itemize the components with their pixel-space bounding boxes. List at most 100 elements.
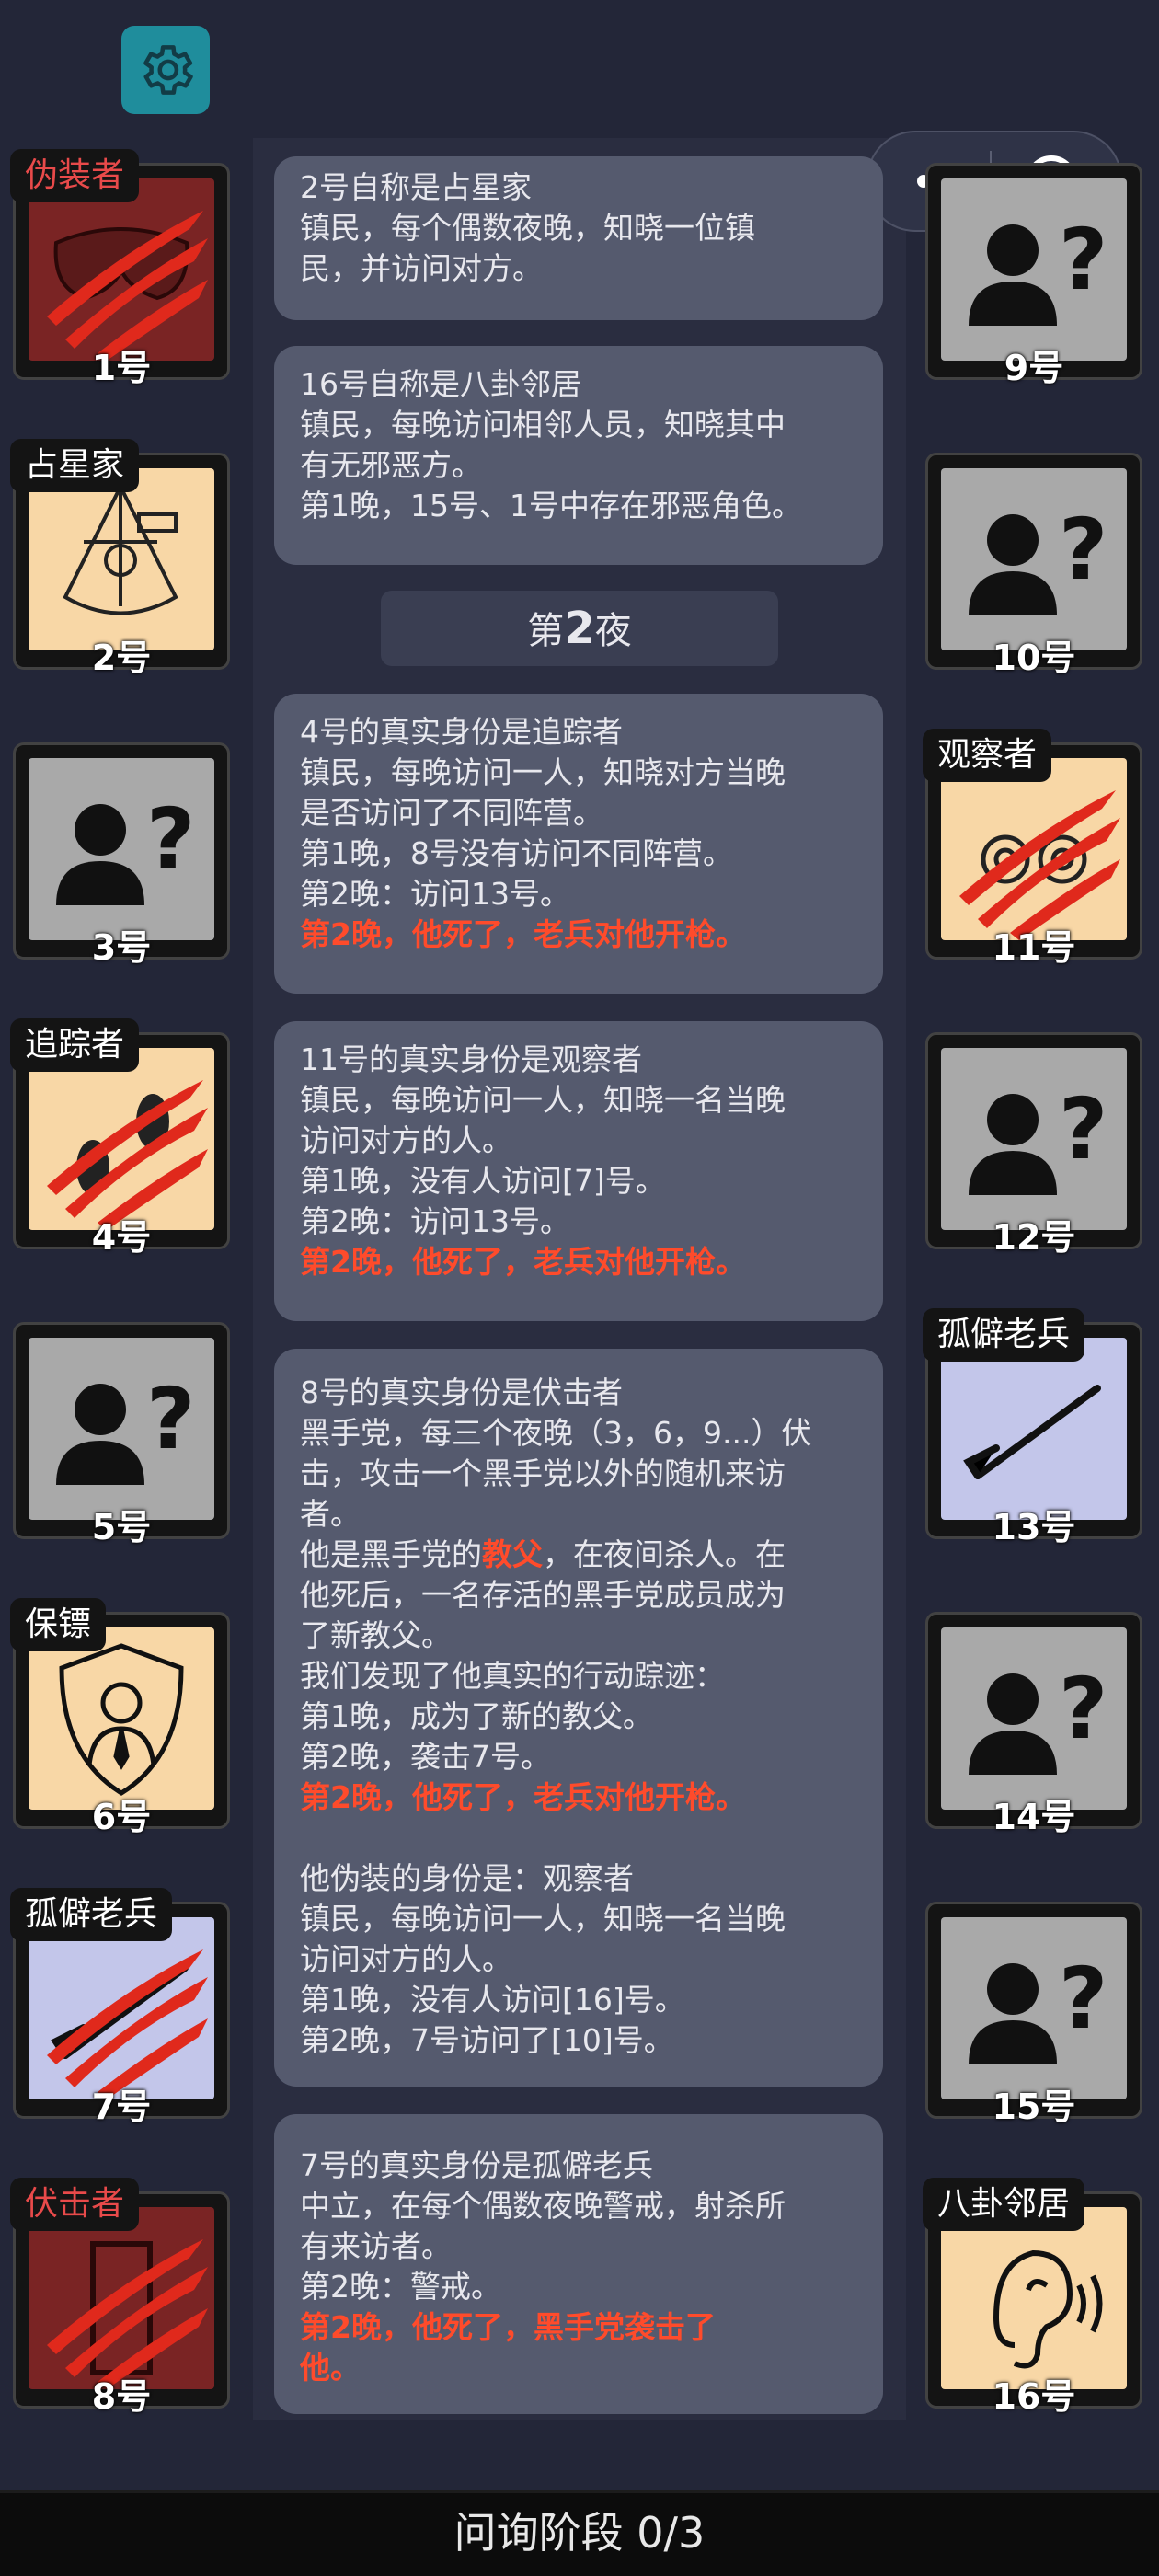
player-portrait (941, 1338, 1127, 1520)
player-number: 16号 (992, 2376, 1076, 2417)
player-card-12号[interactable]: ? 12号 (925, 1032, 1142, 1258)
player-number: 13号 (992, 1507, 1076, 1547)
log-entry-reveal-11: 11号的真实身份是观察者 镇民，每晚访问一人，知晓一名当晚 访问对方的人。 第1… (274, 1021, 883, 1321)
player-card-5号[interactable]: ? 5号 (13, 1322, 230, 1547)
player-card-2号[interactable]: 占星家 2号 (10, 439, 230, 678)
sextant-icon (63, 482, 178, 615)
log-line: 者。 (300, 1496, 361, 1532)
svg-text:?: ? (1059, 500, 1107, 599)
log-entry-reveal-8: 8号的真实身份是伏击者 黑手党，每三个夜晚（3，6，9...）伏 击，攻击一个黑… (274, 1349, 883, 2087)
death-notice: 他。 (300, 2350, 361, 2386)
slash-marks-icon (959, 790, 1120, 940)
log-line: 有无邪恶方。 (300, 447, 482, 483)
log-line: 第1晚，8号没有访问不同阵营。 (300, 835, 733, 871)
log-line: 第2晚：访问13号。 (300, 1203, 570, 1239)
player-portrait (29, 1627, 214, 1810)
player-number: 10号 (992, 638, 1076, 678)
role-tag: 追踪者 (10, 1018, 140, 1072)
player-card-14号[interactable]: ? 14号 (925, 1612, 1142, 1837)
unknown-person-icon: ? (56, 1370, 195, 1485)
gear-icon (143, 45, 193, 95)
player-number: 5号 (91, 1507, 152, 1547)
log-line: 黑手党，每三个夜晚（3，6，9...）伏 (300, 1415, 812, 1451)
unknown-person-icon: ? (969, 500, 1107, 615)
svg-text:?: ? (1059, 1660, 1107, 1758)
night-header: 第2夜 (381, 591, 778, 666)
log-line: 第2晚，7号访问了[10]号。 (300, 2022, 674, 2058)
player-card-6号[interactable]: 保镖 6号 (10, 1598, 230, 1837)
log-line: 4号的真实身份是追踪者 (300, 714, 623, 750)
night-suffix: 夜 (594, 610, 632, 652)
ear-icon (993, 2249, 1103, 2369)
player-card-15号[interactable]: ? 15号 (925, 1902, 1142, 2127)
player-card-13号[interactable]: 孤僻老兵 13号 (923, 1308, 1142, 1547)
slash-marks-icon (47, 211, 208, 361)
player-portrait (941, 2207, 1127, 2389)
role-tag: 八卦邻居 (923, 2178, 1085, 2231)
player-number: 1号 (91, 348, 152, 388)
log-line: 镇民，每晚访问相邻人员，知晓其中 (300, 407, 786, 443)
player-card-1号[interactable]: 伪装者 1号 (10, 149, 230, 388)
log-line: 第2晚：警戒。 (300, 2269, 501, 2305)
log-line: 我们发现了他真实的行动踪迹： (300, 1658, 725, 1694)
player-portrait: ? (941, 1627, 1127, 1810)
log-line: 2号自称是占星家 (300, 169, 532, 205)
log-line: 11号的真实身份是观察者 (300, 1041, 642, 1077)
player-card-8号[interactable]: 伏击者 8号 (10, 2178, 230, 2417)
svg-text:?: ? (146, 1370, 195, 1468)
role-tag: 伏击者 (10, 2178, 140, 2231)
player-number: 3号 (91, 927, 152, 968)
log-line: 镇民，每晚访问一人，知晓对方当晚 (300, 754, 786, 790)
log-line: 第2晚：访问13号。 (300, 876, 570, 912)
player-card-4号[interactable]: 追踪者 4号 (10, 1018, 230, 1258)
godfather-highlight: 教父 (482, 1536, 543, 1572)
log-line: 镇民，每晚访问一人，知晓一名当晚 (300, 1901, 786, 1937)
player-card-16号[interactable]: 八卦邻居 16号 (923, 2178, 1142, 2417)
log-line: 第1晚，没有人访问[7]号。 (300, 1163, 666, 1199)
player-number: 4号 (91, 1217, 152, 1258)
slash-marks-icon (47, 1080, 208, 1230)
player-portrait (29, 178, 214, 361)
log-line: 了新教父。 (300, 1617, 452, 1653)
night-prefix: 第 (527, 610, 565, 652)
player-number: 12号 (992, 1217, 1076, 1258)
unknown-person-icon: ? (56, 790, 195, 905)
svg-text:?: ? (1059, 211, 1107, 309)
player-portrait: ? (941, 178, 1127, 361)
player-portrait (29, 1917, 214, 2099)
log-line: 8号的真实身份是伏击者 (300, 1374, 623, 1410)
player-card-9号[interactable]: ? 9号 (925, 163, 1142, 388)
log-line-godfather: 他是黑手党的教父，在夜间杀人。在 (300, 1535, 857, 1575)
player-card-10号[interactable]: ? 10号 (925, 453, 1142, 678)
log-entry-claim-2: 2号自称是占星家 镇民，每个偶数夜晚，知晓一位镇 民，并访问对方。 (274, 156, 883, 320)
log-line: 7号的真实身份是孤僻老兵 (300, 2147, 653, 2183)
log-line: 镇民，每个偶数夜晚，知晓一位镇 (300, 210, 755, 246)
log-line: 第1晚，成为了新的教父。 (300, 1698, 653, 1734)
player-portrait (29, 468, 214, 650)
death-notice: 第2晚，他死了，老兵对他开枪。 (300, 1779, 746, 1815)
godfather-pre: 他是黑手党的 (300, 1536, 482, 1572)
role-tag: 保镖 (10, 1598, 107, 1651)
log-line: 击，攻击一个黑手党以外的随机来访 (300, 1455, 786, 1491)
log-line: 访问对方的人。 (300, 1941, 512, 1977)
log-line: 他死后，一名存活的黑手党成员成为 (300, 1577, 786, 1613)
unknown-person-icon: ? (969, 1660, 1107, 1775)
player-card-7号[interactable]: 孤僻老兵 7号 (10, 1888, 230, 2127)
player-number: 2号 (91, 638, 152, 678)
death-notice: 第2晚，他死了，老兵对他开枪。 (300, 1244, 746, 1280)
phase-status-bar: 问询阶段 0/3 (0, 2490, 1159, 2576)
player-portrait (29, 2207, 214, 2389)
unknown-person-icon: ? (969, 1949, 1107, 2064)
player-card-3号[interactable]: ? 3号 (13, 742, 230, 968)
player-portrait: ? (29, 1338, 214, 1520)
log-line: 第2晚，袭击7号。 (300, 1739, 551, 1775)
night-number: 2 (564, 603, 595, 654)
player-card-11号[interactable]: 观察者 11号 (923, 729, 1142, 968)
log-entry-reveal-4: 4号的真实身份是追踪者 镇民，每晚访问一人，知晓对方当晚 是否访问了不同阵营。 … (274, 694, 883, 994)
settings-button[interactable] (121, 26, 210, 114)
death-notice: 第2晚，他死了，黑手党袭击了 (300, 2309, 716, 2345)
bodyguard-shield-icon (59, 1643, 184, 1796)
player-number: 9号 (1004, 348, 1064, 388)
log-line: 中立，在每个偶数夜晚警戒，射杀所 (300, 2188, 786, 2224)
